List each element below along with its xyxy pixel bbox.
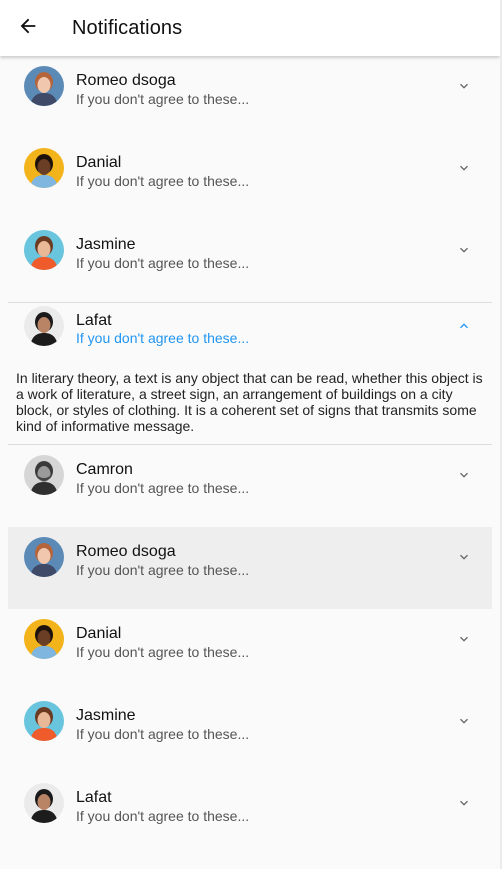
notification-preview: If you don't agree to these...: [76, 173, 250, 189]
notification-item[interactable]: Lafat If you don't agree to these... In li…: [8, 302, 492, 445]
avatar: [24, 66, 64, 106]
notification-preview: If you don't agree to these...: [76, 91, 250, 107]
avatar: [24, 537, 64, 577]
notification-body: In literary theory, a text is any object…: [16, 370, 483, 434]
notification-name: Jasmine: [76, 236, 136, 253]
notification-item[interactable]: Camron If you don't agree to these...: [8, 445, 492, 527]
notification-header[interactable]: Romeo dsoga If you don't agree to these..…: [8, 56, 492, 129]
page-title: Notifications: [72, 17, 183, 39]
notification-item[interactable]: Lafat If you don't agree to these...: [8, 773, 492, 855]
notification-item[interactable]: Romeo dsoga If you don't agree to these..…: [8, 56, 492, 138]
notification-preview: If you don't agree to these...: [76, 255, 250, 271]
notification-name: Romeo dsoga: [76, 72, 176, 89]
avatar: [24, 455, 64, 495]
notification-name: Lafat: [76, 312, 112, 329]
notification-preview: If you don't agree to these...: [76, 808, 250, 824]
notification-name: Danial: [76, 625, 122, 642]
avatar: [24, 306, 64, 346]
notification-header[interactable]: Danial If you don't agree to these...: [8, 609, 492, 682]
chevron-down-icon[interactable]: [456, 795, 472, 811]
notification-item[interactable]: Danial If you don't agree to these...: [8, 138, 492, 220]
notification-header[interactable]: Jasmine If you don't agree to these...: [8, 691, 492, 764]
notification-header[interactable]: Danial If you don't agree to these...: [8, 138, 492, 211]
notification-item[interactable]: Danial If you don't agree to these...: [8, 609, 492, 691]
notification-header[interactable]: Lafat If you don't agree to these...: [8, 773, 492, 846]
chevron-down-icon[interactable]: [456, 713, 472, 729]
notification-preview: If you don't agree to these...: [76, 330, 250, 346]
notification-header[interactable]: Romeo dsoga If you don't agree to these..…: [8, 527, 492, 600]
notification-item[interactable]: Jasmine If you don't agree to these...: [8, 220, 492, 302]
chevron-up-icon[interactable]: [456, 318, 472, 334]
avatar: [24, 701, 64, 741]
notification-item[interactable]: Romeo dsoga If you don't agree to these..…: [8, 527, 492, 609]
chevron-down-icon[interactable]: [456, 467, 472, 483]
notification-preview: If you don't agree to these...: [76, 726, 250, 742]
notification-preview: If you don't agree to these...: [76, 562, 250, 578]
chevron-down-icon[interactable]: [456, 160, 472, 176]
avatar: [24, 783, 64, 823]
avatar: [24, 619, 64, 659]
chevron-down-icon[interactable]: [456, 242, 472, 258]
notification-preview: If you don't agree to these...: [76, 480, 250, 496]
screen: Notifications Romeo dsoga If you don't ag…: [0, 0, 502, 869]
chevron-down-icon[interactable]: [456, 78, 472, 94]
chevron-down-icon[interactable]: [456, 549, 472, 565]
notification-header[interactable]: Jasmine If you don't agree to these...: [8, 220, 492, 293]
notification-name: Danial: [76, 154, 122, 171]
back-button[interactable]: [12, 12, 44, 44]
notification-name: Lafat: [76, 789, 112, 806]
notification-name: Jasmine: [76, 707, 136, 724]
notification-list: Romeo dsoga If you don't agree to these..…: [0, 56, 500, 855]
notification-header[interactable]: Lafat If you don't agree to these...: [8, 303, 492, 370]
avatar: [24, 230, 64, 270]
notification-header[interactable]: Camron If you don't agree to these...: [8, 445, 492, 518]
arrow-back-icon: [17, 15, 39, 42]
notification-preview: If you don't agree to these...: [76, 644, 250, 660]
notification-name: Camron: [76, 461, 133, 478]
avatar: [24, 148, 64, 188]
notification-item[interactable]: Jasmine If you don't agree to these...: [8, 691, 492, 773]
app-bar: Notifications: [0, 0, 500, 56]
notification-name: Romeo dsoga: [76, 543, 176, 560]
chevron-down-icon[interactable]: [456, 631, 472, 647]
